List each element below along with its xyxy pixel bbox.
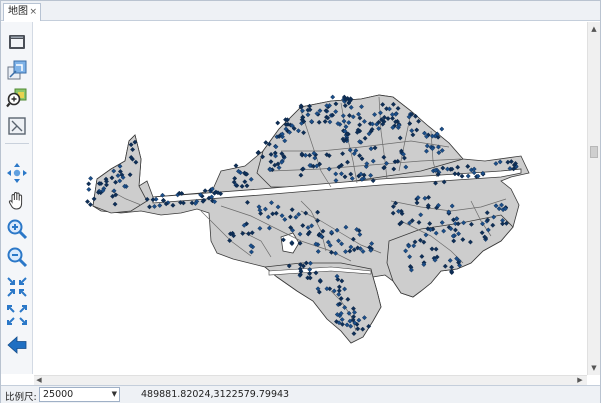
zoom-in-icon[interactable]	[6, 218, 28, 240]
chevron-down-icon[interactable]: ▼	[112, 388, 117, 401]
fixed-zoom-in-icon[interactable]	[6, 276, 28, 298]
fixed-zoom-out-icon[interactable]	[6, 304, 28, 326]
layer-panel-icon[interactable]	[6, 31, 28, 53]
map-canvas[interactable]	[34, 22, 587, 375]
map-window: 地图 × ▲ ▼ ◀ ▶ 比例尺: 25000 ▼ 489881.82024,3…	[0, 0, 601, 403]
zoom-out-icon[interactable]	[6, 246, 28, 268]
tab-label: 地图	[8, 6, 28, 17]
parcel-west	[92, 134, 148, 214]
network-node	[86, 181, 92, 187]
tab-map[interactable]: 地图 ×	[3, 3, 41, 21]
close-icon[interactable]: ×	[29, 4, 37, 20]
network-node	[87, 202, 93, 208]
vertical-scroll-thumb[interactable]	[590, 146, 598, 158]
map-layer	[85, 94, 530, 344]
network-node	[85, 199, 90, 205]
network-node	[86, 186, 92, 192]
scroll-down-icon[interactable]: ▼	[588, 362, 600, 374]
tab-strip: 地图 ×	[1, 1, 600, 21]
scale-dropdown[interactable]: 25000 ▼	[39, 387, 120, 402]
parcel-polygons	[92, 94, 530, 344]
toolbar-separator	[5, 143, 29, 144]
scroll-up-icon[interactable]: ▲	[588, 23, 600, 35]
network-node	[275, 120, 281, 126]
select-icon[interactable]	[6, 115, 28, 137]
network-node	[439, 126, 445, 132]
pan-arrows-icon[interactable]	[6, 162, 28, 184]
status-bar: 比例尺: 25000 ▼ 489881.82024,3122579.79943	[1, 385, 600, 403]
horizontal-scrollbar[interactable]: ◀ ▶	[34, 375, 587, 385]
scale-value: 25000	[43, 389, 74, 400]
scroll-left-icon[interactable]: ◀	[34, 375, 44, 385]
network-node	[88, 175, 94, 181]
scroll-right-icon[interactable]: ▶	[575, 375, 585, 385]
coordinate-readout: 489881.82024,3122579.79943	[141, 389, 290, 400]
parcel-south	[264, 262, 382, 344]
map-toolbar	[1, 22, 33, 374]
vertical-scrollbar[interactable]: ▲ ▼	[587, 22, 600, 375]
full-extent-icon[interactable]	[6, 59, 28, 81]
zoom-to-layer-icon[interactable]	[6, 87, 28, 109]
back-arrow-icon[interactable]	[6, 334, 28, 356]
network-node	[330, 94, 336, 100]
hand-pan-icon[interactable]	[6, 190, 28, 212]
scale-label: 比例尺:	[5, 392, 37, 403]
